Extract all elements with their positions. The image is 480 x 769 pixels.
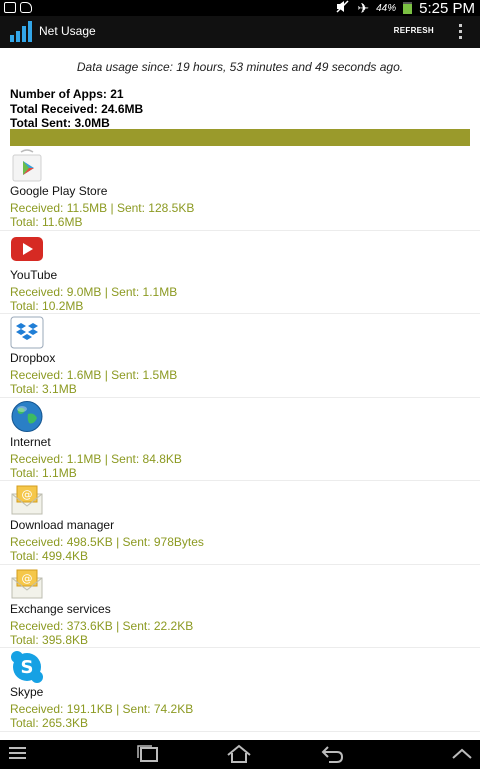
list-item[interactable]: Google Play Store Received: 11.5MB | Sen… xyxy=(0,147,480,231)
svg-text:S: S xyxy=(21,657,34,678)
svg-text:@: @ xyxy=(22,488,33,501)
dropbox-icon xyxy=(10,316,44,349)
app-received-sent: Received: 11.5MB | Sent: 128.5KB xyxy=(10,201,195,215)
back-icon[interactable] xyxy=(320,743,346,765)
overflow-menu-icon[interactable] xyxy=(459,24,463,39)
app-received-sent: Received: 498.5KB | Sent: 978Bytes xyxy=(10,535,204,549)
list-item[interactable]: @ Download manager Received: 498.5KB | S… xyxy=(0,481,480,565)
number-of-apps: Number of Apps: 21 xyxy=(10,87,124,101)
app-total: Total: 10.2MB xyxy=(10,298,84,313)
net-usage-app-icon[interactable] xyxy=(9,21,33,43)
list-item[interactable]: S Skype Received: 191.1KB | Sent: 74.2KB… xyxy=(0,648,480,732)
app-name: Download manager xyxy=(10,518,115,532)
action-bar: Net Usage REFRESH xyxy=(0,16,480,48)
app-received-sent: Received: 373.6KB | Sent: 22.2KB xyxy=(10,618,194,633)
globe-icon xyxy=(11,400,43,432)
navigation-bar xyxy=(0,740,480,769)
list-item[interactable]: @ Exchange services Received: 373.6KB | … xyxy=(0,565,480,648)
list-item[interactable]: YouTube Received: 9.0MB | Sent: 1.1MB To… xyxy=(0,231,480,314)
app-name: Exchange services xyxy=(10,601,111,616)
sim-icon xyxy=(20,2,32,13)
app-received-sent: Received: 1.6MB | Sent: 1.5MB xyxy=(10,368,178,382)
app-total: Total: 3.1MB xyxy=(10,382,77,396)
app-name: Google Play Store xyxy=(10,184,108,198)
usage-bar xyxy=(10,129,470,146)
envelope-icon: @ xyxy=(11,569,43,598)
app-received-sent: Received: 191.1KB | Sent: 74.2KB xyxy=(10,702,194,716)
battery-percent: 44% xyxy=(376,2,397,14)
youtube-icon xyxy=(11,236,43,261)
app-received-sent: Received: 1.1MB | Sent: 84.8KB xyxy=(10,451,182,466)
usage-content[interactable]: Data usage since: 19 hours, 53 minutes a… xyxy=(0,48,480,740)
refresh-button[interactable]: REFRESH xyxy=(394,26,434,35)
status-bar: ✈ 44% 5:25 PM xyxy=(0,0,480,17)
total-received: Total Received: 24.6MB xyxy=(10,101,144,116)
usage-summary: Number of Apps: 21 Total Received: 24.6M… xyxy=(10,87,143,131)
app-list: Google Play Store Received: 11.5MB | Sen… xyxy=(0,147,480,732)
svg-text:@: @ xyxy=(22,572,33,585)
app-total: Total: 499.4KB xyxy=(10,549,89,563)
usage-since-text: Data usage since: 19 hours, 53 minutes a… xyxy=(76,60,404,74)
app-total: Total: 265.3KB xyxy=(10,716,89,730)
app-name: Skype xyxy=(10,685,44,699)
battery-icon xyxy=(403,2,413,14)
envelope-icon: @ xyxy=(11,485,43,515)
list-item[interactable]: Internet Received: 1.1MB | Sent: 84.8KB … xyxy=(0,398,480,481)
app-name: YouTube xyxy=(10,267,58,282)
airplane-icon: ✈ xyxy=(357,0,370,16)
chevron-up-icon[interactable] xyxy=(449,743,475,765)
skype-icon: S xyxy=(11,651,43,683)
mute-icon xyxy=(336,0,350,16)
app-name: Dropbox xyxy=(10,351,56,365)
clock: 5:25 PM xyxy=(419,0,475,17)
picture-icon xyxy=(4,2,16,13)
app-received-sent: Received: 9.0MB | Sent: 1.1MB xyxy=(10,284,178,299)
app-total: Total: 395.8KB xyxy=(10,632,89,647)
recent-apps-icon[interactable] xyxy=(135,743,161,765)
home-icon[interactable] xyxy=(226,743,252,765)
play-store-icon xyxy=(12,149,42,182)
menu-icon[interactable] xyxy=(6,743,32,765)
app-name: Internet xyxy=(10,434,51,449)
app-total: Total: 1.1MB xyxy=(10,465,77,480)
page-title: Net Usage xyxy=(39,24,96,38)
app-total: Total: 11.6MB xyxy=(10,215,83,229)
list-item[interactable]: Dropbox Received: 1.6MB | Sent: 1.5MB To… xyxy=(0,314,480,398)
